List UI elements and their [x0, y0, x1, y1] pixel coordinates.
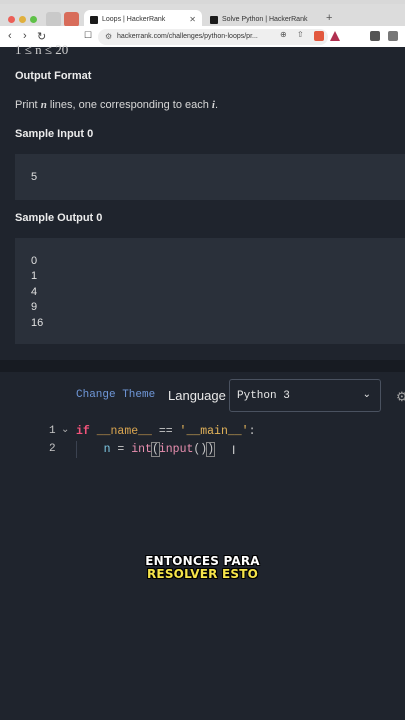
string-token: '__main__': [179, 425, 249, 438]
tab-strip: Loops | HackerRank ✕ Solve Python | Hack…: [0, 4, 405, 30]
code-line[interactable]: if __name__ == '__main__':: [76, 425, 255, 438]
operator-token: ==: [151, 425, 180, 438]
chevron-down-icon: ⌄: [362, 389, 371, 400]
problem-statement: 1 ≤ n ≤ 20 Output Format Print n lines, …: [0, 42, 405, 360]
brave-shields-icon[interactable]: [314, 31, 324, 41]
url-text: hackerrank.com/challenges/python-loops/p…: [117, 33, 258, 40]
hackerrank-favicon-icon: [90, 16, 98, 24]
paren-token: (): [193, 443, 208, 456]
sample-output-line: 9: [31, 301, 38, 313]
back-icon[interactable]: ‹: [8, 30, 12, 42]
line-number: 2: [49, 443, 56, 455]
minimize-window-icon[interactable]: [19, 16, 26, 23]
sample-output-block: 0 1 4 9 16: [15, 238, 405, 344]
sample-output-line: 4: [31, 286, 38, 298]
language-selected-value: Python 3: [237, 390, 290, 402]
close-tab-icon[interactable]: ✕: [189, 15, 196, 24]
browser-chrome: Loops | HackerRank ✕ Solve Python | Hack…: [0, 0, 405, 47]
colon-token: :: [248, 425, 256, 438]
operator-token: =: [110, 443, 132, 456]
output-format-heading: Output Format: [15, 70, 92, 82]
bookmark-icon[interactable]: ☐: [84, 30, 92, 41]
settings-gear-icon[interactable]: ⚙: [396, 389, 405, 405]
forward-icon[interactable]: ›: [23, 30, 27, 42]
gmail-pinned-tab-icon[interactable]: [64, 12, 79, 27]
caption-line-1: ENTONCES PARA: [145, 554, 260, 568]
sample-output-line: 1: [31, 270, 38, 282]
builtin-token: input: [158, 443, 194, 456]
code-line[interactable]: n = int(input()): [76, 442, 216, 457]
mouse-ibeam-icon: I: [232, 443, 236, 457]
sidebar-icon[interactable]: [388, 31, 398, 41]
site-info-icon[interactable]: ⚙: [105, 32, 112, 41]
new-tab-button[interactable]: +: [326, 12, 332, 24]
builtin-token: int: [131, 443, 152, 456]
keyword-token: if: [76, 425, 90, 438]
caption-line-2: RESOLVER ESTO: [146, 567, 258, 581]
fold-chevron-icon[interactable]: ⌄: [61, 424, 69, 435]
brave-rewards-icon[interactable]: [330, 31, 340, 41]
paren-token: ): [206, 442, 216, 457]
sample-output-heading: Sample Output 0: [15, 212, 103, 224]
output-format-text: Print n lines, one corresponding to each…: [15, 99, 219, 111]
tab-label: Solve Python | HackerRank: [222, 16, 308, 23]
sample-output-line: 16: [31, 317, 44, 329]
tab-label: Loops | HackerRank: [102, 16, 166, 23]
code-editor: Change Theme Language Python 3 ⌄ ⚙ 1 ⌄ 2…: [0, 372, 405, 720]
share-icon[interactable]: ⇧: [297, 30, 304, 39]
extension-icon[interactable]: [370, 31, 380, 41]
line-number: 1: [49, 425, 56, 437]
pinned-tab-icon[interactable]: [46, 12, 61, 27]
variable-token: n: [76, 443, 111, 456]
name-token: __name__: [96, 425, 152, 438]
sample-input-heading: Sample Input 0: [15, 128, 94, 140]
url-bar[interactable]: ⚙ hackerrank.com/challenges/python-loops…: [98, 29, 328, 45]
paren-token: (: [150, 442, 160, 457]
sample-output-line: 0: [31, 255, 38, 267]
language-label: Language: [168, 388, 226, 403]
hackerrank-favicon-icon: [210, 16, 218, 24]
change-theme-link[interactable]: Change Theme: [76, 389, 155, 401]
constraint-text: 1 ≤ n ≤ 20: [15, 42, 69, 57]
close-window-icon[interactable]: [8, 16, 15, 23]
zoom-icon[interactable]: ⊕: [280, 30, 287, 39]
maximize-window-icon[interactable]: [30, 16, 37, 23]
sample-input-block: 5: [15, 154, 405, 200]
panel-divider[interactable]: [0, 360, 405, 372]
language-select[interactable]: Python 3 ⌄: [229, 379, 381, 412]
sample-input-value: 5: [31, 171, 38, 183]
